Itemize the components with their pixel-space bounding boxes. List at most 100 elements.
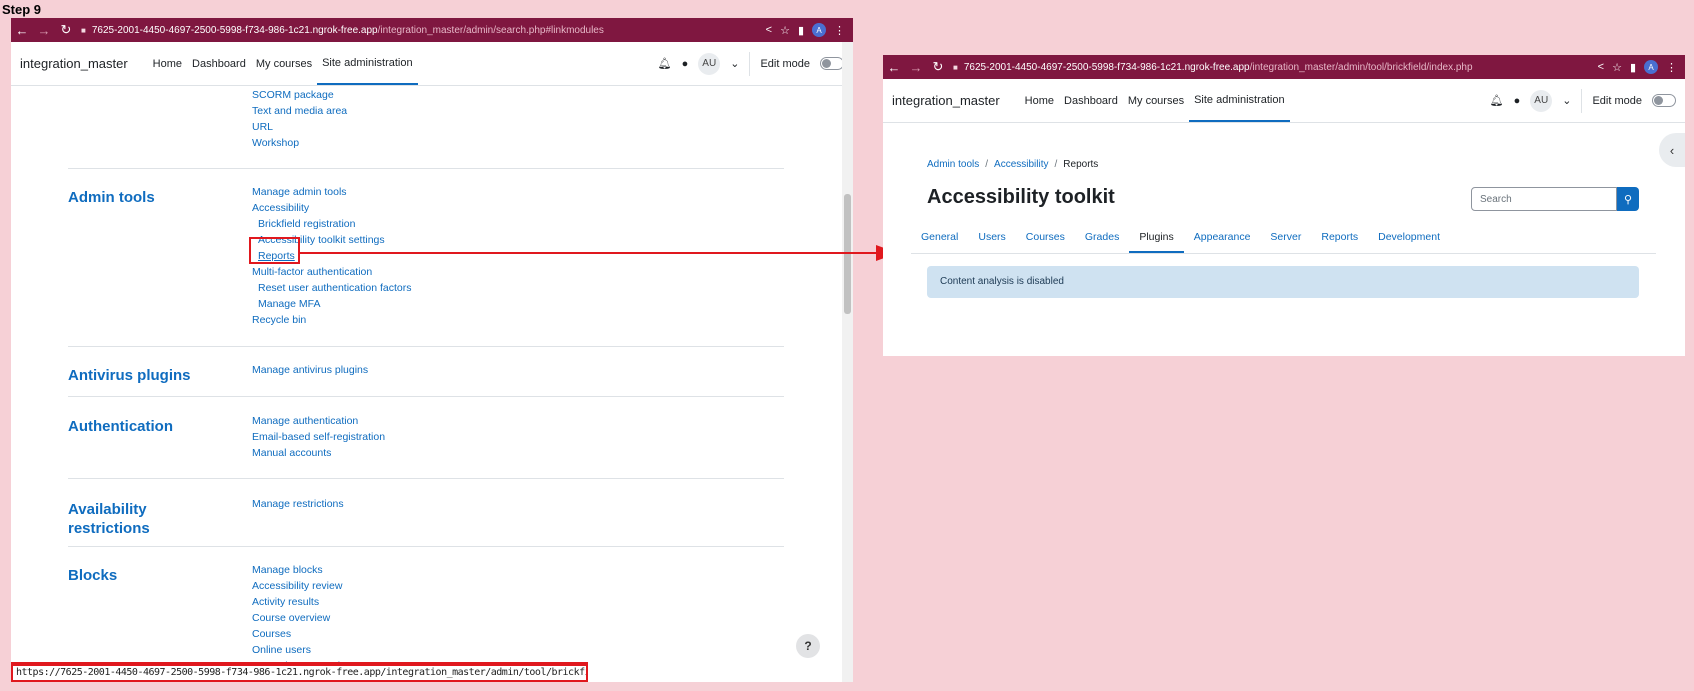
link-manual-accounts[interactable]: Manual accounts bbox=[252, 445, 385, 461]
nav-dashboard[interactable]: Dashboard bbox=[1059, 79, 1123, 122]
tab-grades[interactable]: Grades bbox=[1075, 222, 1129, 253]
link-activity-results[interactable]: Activity results bbox=[252, 594, 380, 610]
link-reset-user-authentication-factors[interactable]: Reset user authentication factors bbox=[252, 280, 412, 296]
link-recycle-bin[interactable]: Recycle bin bbox=[252, 312, 412, 328]
browser-window-right: ← → ↻ ■ 7625-2001-4450-4697-2500-5998-f7… bbox=[883, 55, 1685, 356]
search-icon[interactable]: ⚲ bbox=[1617, 187, 1639, 211]
tab-server[interactable]: Server bbox=[1260, 222, 1311, 253]
arrow-left-icon[interactable]: ← bbox=[11, 23, 33, 38]
star-icon[interactable]: ☆ bbox=[1612, 61, 1622, 74]
chat-icon[interactable]: ● bbox=[1514, 95, 1521, 107]
address-bar[interactable]: ■ 7625-2001-4450-4697-2500-5998-f734-986… bbox=[77, 25, 766, 36]
reload-icon[interactable]: ↻ bbox=[55, 22, 77, 38]
link-email-self-registration[interactable]: Email-based self-registration bbox=[252, 429, 385, 445]
breadcrumb-admin-tools[interactable]: Admin tools bbox=[927, 159, 979, 170]
user-avatar[interactable]: AU bbox=[698, 52, 721, 75]
edit-mode-label: Edit mode bbox=[760, 57, 810, 70]
address-bar[interactable]: ■ 7625-2001-4450-4697-2500-5998-f734-986… bbox=[949, 62, 1598, 73]
breadcrumb-separator: / bbox=[985, 159, 989, 170]
help-button[interactable]: ? bbox=[796, 634, 820, 658]
link-course-overview[interactable]: Course overview bbox=[252, 610, 380, 626]
tab-courses[interactable]: Courses bbox=[1016, 222, 1075, 253]
reload-icon[interactable]: ↻ bbox=[927, 59, 949, 75]
nav-my-courses[interactable]: My courses bbox=[251, 42, 317, 85]
breadcrumb: Admin tools / Accessibility / Reports bbox=[927, 159, 1098, 170]
nav-home[interactable]: Home bbox=[1020, 79, 1059, 122]
divider bbox=[68, 546, 784, 547]
browser-toolbar: ← → ↻ ■ 7625-2001-4450-4697-2500-5998-f7… bbox=[11, 18, 853, 42]
section-title[interactable]: Antivirus plugins bbox=[68, 366, 218, 385]
section-title[interactable]: Blocks bbox=[68, 566, 218, 585]
tab-appearance[interactable]: Appearance bbox=[1184, 222, 1261, 253]
link-online-users[interactable]: Online users bbox=[252, 642, 380, 658]
breadcrumb-accessibility[interactable]: Accessibility bbox=[994, 159, 1048, 170]
kebab-menu-icon[interactable]: ⋮ bbox=[834, 24, 845, 37]
profile-avatar[interactable]: A bbox=[812, 23, 826, 37]
kebab-menu-icon[interactable]: ⋮ bbox=[1666, 61, 1677, 74]
chevron-left-icon[interactable]: ‹ bbox=[1659, 133, 1685, 167]
divider bbox=[749, 51, 751, 76]
link-brickfield-registration[interactable]: Brickfield registration bbox=[252, 216, 412, 232]
chevron-down-icon[interactable]: ⌄ bbox=[730, 57, 739, 70]
bell-icon[interactable]: 🔔︎ bbox=[1490, 94, 1504, 107]
nav-site-administration[interactable]: Site administration bbox=[317, 42, 418, 85]
profile-avatar[interactable]: A bbox=[1644, 60, 1658, 74]
side-panel-icon[interactable]: ▮ bbox=[798, 24, 804, 37]
arrow-right-icon[interactable]: → bbox=[33, 23, 55, 38]
star-icon[interactable]: ☆ bbox=[780, 24, 790, 37]
link-text-media-area[interactable]: Text and media area bbox=[252, 103, 347, 119]
tab-plugins[interactable]: Plugins bbox=[1129, 222, 1184, 253]
link-manage-mfa[interactable]: Manage MFA bbox=[252, 296, 412, 312]
side-panel-icon[interactable]: ▮ bbox=[1630, 61, 1636, 74]
site-brand[interactable]: integration_master bbox=[892, 93, 1000, 108]
page-title: Accessibility toolkit bbox=[927, 186, 1115, 208]
search-input[interactable]: Search bbox=[1471, 187, 1617, 211]
link-manage-admin-tools[interactable]: Manage admin tools bbox=[252, 184, 412, 200]
nav-site-administration[interactable]: Site administration bbox=[1189, 79, 1290, 122]
user-avatar[interactable]: AU bbox=[1530, 89, 1553, 112]
vertical-scrollbar[interactable] bbox=[842, 42, 853, 682]
link-manage-antivirus-plugins[interactable]: Manage antivirus plugins bbox=[252, 362, 368, 378]
nav-dashboard[interactable]: Dashboard bbox=[187, 42, 251, 85]
edit-mode-toggle[interactable] bbox=[820, 57, 844, 70]
chat-icon[interactable]: ● bbox=[682, 58, 689, 70]
section-title[interactable]: Authentication bbox=[68, 417, 218, 436]
section-title[interactable]: Availability restrictions bbox=[68, 500, 218, 538]
edit-mode-toggle[interactable] bbox=[1652, 94, 1676, 107]
tab-development[interactable]: Development bbox=[1368, 222, 1450, 253]
site-brand[interactable]: integration_master bbox=[20, 56, 128, 71]
link-courses[interactable]: Courses bbox=[252, 626, 380, 642]
link-accessibility[interactable]: Accessibility bbox=[252, 200, 412, 216]
tab-reports[interactable]: Reports bbox=[1311, 222, 1368, 253]
link-url[interactable]: URL bbox=[252, 119, 347, 135]
chevron-down-icon[interactable]: ⌄ bbox=[1562, 94, 1571, 107]
edit-mode-label: Edit mode bbox=[1592, 94, 1642, 107]
annotation-arrow-line bbox=[300, 252, 878, 254]
link-multi-factor-authentication[interactable]: Multi-factor authentication bbox=[252, 264, 412, 280]
admin-tabs: General Users Courses Grades Plugins App… bbox=[911, 222, 1656, 254]
link-workshop[interactable]: Workshop bbox=[252, 135, 347, 151]
arrow-left-icon[interactable]: ← bbox=[883, 60, 905, 75]
link-status-bar: https://7625-2001-4450-4697-2500-5998-f7… bbox=[11, 664, 588, 682]
nav-my-courses[interactable]: My courses bbox=[1123, 79, 1189, 122]
browser-window-left: ← → ↻ ■ 7625-2001-4450-4697-2500-5998-f7… bbox=[11, 18, 853, 682]
link-manage-blocks[interactable]: Manage blocks bbox=[252, 562, 380, 578]
step-label: Step 9 bbox=[2, 2, 42, 17]
info-alert: Content analysis is disabled bbox=[927, 266, 1639, 298]
link-manage-restrictions[interactable]: Manage restrictions bbox=[252, 496, 344, 512]
share-icon[interactable]: < bbox=[766, 24, 772, 36]
tab-general[interactable]: General bbox=[911, 222, 968, 253]
tab-users[interactable]: Users bbox=[968, 222, 1015, 253]
url-host: 7625-2001-4450-4697-2500-5998-f734-986-1… bbox=[963, 61, 1250, 73]
lock-icon: ■ bbox=[81, 25, 86, 35]
nav-home[interactable]: Home bbox=[148, 42, 187, 85]
scrollbar-thumb[interactable] bbox=[844, 194, 851, 314]
link-accessibility-review[interactable]: Accessibility review bbox=[252, 578, 380, 594]
link-manage-authentication[interactable]: Manage authentication bbox=[252, 413, 385, 429]
link-scorm-package[interactable]: SCORM package bbox=[252, 87, 347, 103]
breadcrumb-separator: / bbox=[1054, 159, 1058, 170]
share-icon[interactable]: < bbox=[1598, 61, 1604, 73]
arrow-right-icon[interactable]: → bbox=[905, 60, 927, 75]
bell-icon[interactable]: 🔔︎ bbox=[658, 57, 672, 70]
section-title[interactable]: Admin tools bbox=[68, 188, 218, 207]
